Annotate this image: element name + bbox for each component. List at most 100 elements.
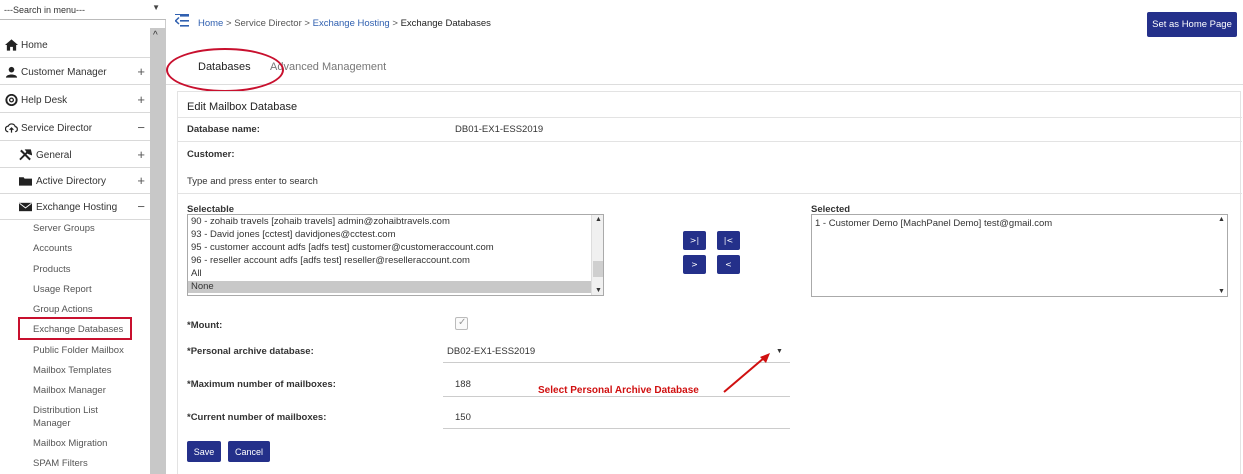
current-mailboxes-value: 150 (455, 412, 471, 423)
listbox-scrollbar[interactable]: ▲ ▼ (1215, 215, 1227, 296)
menu-item-home[interactable]: Home (0, 32, 150, 58)
breadcrumb-exchange-hosting[interactable]: Exchange Hosting (313, 18, 390, 29)
breadcrumb-service-director[interactable]: Service Director (234, 18, 302, 29)
tools-icon (19, 149, 32, 161)
menu-link-public-folder-mailbox[interactable]: Public Folder Mailbox (33, 345, 124, 356)
user-icon (5, 66, 18, 78)
menu-link-mailbox-migration[interactable]: Mailbox Migration (33, 438, 107, 449)
divider (178, 141, 1242, 142)
listbox-scrollbar[interactable]: ▲ ▼ (591, 215, 603, 295)
scroll-thumb[interactable] (593, 261, 603, 277)
move-all-left-button[interactable]: |< (717, 231, 740, 250)
mount-checkbox[interactable]: ✓ (455, 317, 468, 330)
menu-item-label: General (36, 150, 72, 161)
menu-item-label: Customer Manager (21, 67, 107, 78)
menu-item-help-desk[interactable]: Help Desk + (0, 87, 150, 113)
menu-link-accounts[interactable]: Accounts (33, 243, 72, 254)
menu-link-distribution-list[interactable]: Distribution List (33, 405, 98, 416)
menu-link-spam-filters[interactable]: SPAM Filters (33, 458, 88, 469)
tab-advanced-management[interactable]: Advanced Management (270, 61, 386, 73)
list-item[interactable]: 95 - customer account adfs [adfs test] c… (191, 242, 494, 253)
menu-link-mailbox-templates[interactable]: Mailbox Templates (33, 365, 112, 376)
expand-icon[interactable]: + (137, 173, 145, 188)
sidebar-scrollbar[interactable]: ^ (150, 28, 166, 474)
breadcrumb-current: Exchange Databases (400, 18, 491, 29)
divider (178, 117, 1242, 118)
selectable-listbox[interactable]: 90 - zohaib travels [zohaib travels] adm… (187, 214, 604, 296)
menu-link-group-actions[interactable]: Group Actions (33, 304, 93, 315)
folder-icon (19, 177, 32, 186)
chevron-down-icon: ▼ (152, 3, 160, 12)
highlight-ellipse (166, 48, 284, 92)
menu-item-active-directory[interactable]: Active Directory + (0, 168, 150, 194)
menu-link-products[interactable]: Products (33, 264, 71, 275)
scroll-up-icon[interactable]: ^ (153, 30, 158, 41)
database-name-label: Database name: (187, 124, 260, 135)
max-mailboxes-input[interactable]: 188 (455, 379, 471, 390)
input-underline (443, 428, 790, 429)
menu-item-general[interactable]: General + (0, 142, 150, 168)
customer-search-input[interactable]: Type and press enter to search (187, 176, 318, 187)
collapse-icon[interactable]: − (137, 199, 145, 214)
breadcrumb-separator: > (225, 18, 232, 29)
breadcrumb-separator: > (392, 18, 398, 29)
archive-db-label: *Personal archive database: (187, 346, 314, 357)
list-item[interactable]: 96 - reseller account adfs [adfs test] r… (191, 255, 470, 266)
cloud-upload-icon (5, 123, 18, 133)
list-item[interactable]: All (191, 268, 202, 279)
list-item-selected[interactable]: None (188, 281, 591, 293)
menu-item-exchange-hosting[interactable]: Exchange Hosting − (0, 194, 150, 220)
menu-search-select[interactable]: ---Search in menu--- ▼ (0, 0, 166, 20)
list-item[interactable]: 90 - zohaib travels [zohaib travels] adm… (191, 216, 450, 227)
current-mailboxes-label: *Current number of mailboxes: (187, 412, 327, 423)
move-right-button[interactable]: > (683, 255, 706, 274)
scroll-down-icon[interactable]: ▼ (1218, 288, 1225, 295)
highlight-box (18, 317, 132, 340)
menu-item-service-director[interactable]: Service Director − (0, 115, 150, 141)
menu-link-distribution-list-manager[interactable]: Manager (33, 418, 71, 429)
breadcrumb: Home > Service Director > Exchange Hosti… (198, 18, 491, 29)
selected-listbox[interactable]: 1 - Customer Demo [MachPanel Demo] test@… (811, 214, 1228, 297)
customer-label: Customer: (187, 149, 235, 160)
menu-item-label: Home (21, 40, 48, 51)
archive-db-select[interactable]: DB02-EX1-ESS2019 (447, 346, 535, 357)
mount-label: *Mount: (187, 320, 223, 331)
header-bar: Home > Service Director > Exchange Hosti… (166, 0, 1243, 45)
menu-list: Home Customer Manager + Help Desk + Serv… (0, 20, 150, 474)
envelope-icon (19, 202, 32, 212)
expand-icon[interactable]: + (137, 147, 145, 162)
menu-link-mailbox-manager[interactable]: Mailbox Manager (33, 385, 106, 396)
menu-item-customer-manager[interactable]: Customer Manager + (0, 59, 150, 85)
menu-item-label: Help Desk (21, 95, 68, 106)
collapse-icon[interactable]: − (137, 120, 145, 135)
annotation-text: Select Personal Archive Database (538, 385, 699, 396)
max-mailboxes-label: *Maximum number of mailboxes: (187, 379, 336, 390)
annotation-arrow-icon (723, 353, 770, 393)
cancel-button[interactable]: Cancel (228, 441, 270, 462)
collapse-menu-icon[interactable] (175, 14, 189, 28)
expand-icon[interactable]: + (137, 92, 145, 107)
menu-item-label: Active Directory (36, 176, 107, 187)
menu-link-usage-report[interactable]: Usage Report (33, 284, 92, 295)
menu-item-label: Service Director (21, 123, 93, 134)
expand-icon[interactable]: + (137, 64, 145, 79)
scroll-up-icon[interactable]: ▲ (595, 216, 602, 223)
list-item[interactable]: 1 - Customer Demo [MachPanel Demo] test@… (815, 218, 1052, 229)
breadcrumb-separator: > (304, 18, 310, 29)
lifebuoy-icon (5, 94, 18, 106)
set-home-page-button[interactable]: Set as Home Page (1147, 12, 1237, 37)
menu-link-server-groups[interactable]: Server Groups (33, 223, 95, 234)
save-button[interactable]: Save (187, 441, 221, 462)
menu-search-text: ---Search in menu--- (4, 5, 86, 15)
scroll-up-icon[interactable]: ▲ (1218, 216, 1225, 223)
divider (178, 193, 1242, 194)
move-all-right-button[interactable]: >| (683, 231, 706, 250)
breadcrumb-home[interactable]: Home (198, 18, 223, 29)
database-name-value: DB01-EX1-ESS2019 (455, 124, 544, 135)
panel-title: Edit Mailbox Database (187, 101, 298, 113)
move-left-button[interactable]: < (717, 255, 740, 274)
list-item[interactable]: 93 - David jones [cctest] davidjones@cct… (191, 229, 395, 240)
scroll-down-icon[interactable]: ▼ (595, 287, 602, 294)
edit-database-panel: Edit Mailbox Database Database name: DB0… (177, 91, 1242, 474)
check-icon: ✓ (458, 317, 467, 328)
